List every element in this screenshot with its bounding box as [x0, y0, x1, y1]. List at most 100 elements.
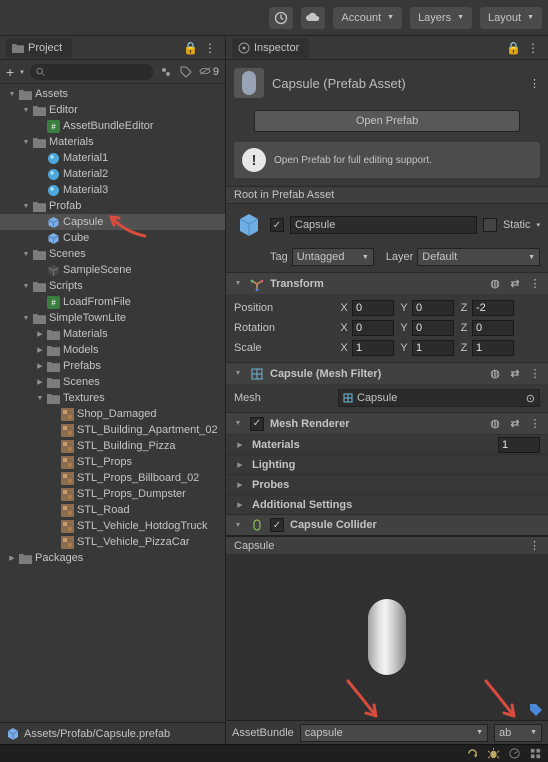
label-icon[interactable] [528, 702, 544, 718]
assetbundle-dropdown[interactable]: capsule▼ [300, 724, 488, 742]
expand-icon[interactable]: ▶ [34, 378, 46, 386]
activity-icon[interactable] [508, 747, 521, 760]
tree-item[interactable]: ▶Prefabs [0, 358, 225, 374]
tree-item[interactable]: STL_Props [0, 454, 225, 470]
position-y-field[interactable]: 0 [412, 300, 454, 316]
tree-item[interactable]: STL_Props_Billboard_02 [0, 470, 225, 486]
tree-item[interactable]: SampleScene [0, 262, 225, 278]
collapse-icon[interactable]: ▼ [6, 91, 18, 98]
object-picker-icon[interactable]: ⊙ [526, 392, 535, 405]
rotation-z-field[interactable]: 0 [472, 320, 514, 336]
bug-icon[interactable] [487, 747, 500, 760]
search-input[interactable] [30, 64, 153, 80]
expand-icon[interactable]: ▶ [34, 362, 46, 370]
tab-inspector[interactable]: Inspector [232, 38, 309, 58]
scale-x-field[interactable]: 1 [352, 340, 394, 356]
tree-item[interactable]: ▼Scenes [0, 246, 225, 262]
tree-item[interactable]: STL_Building_Apartment_02 [0, 422, 225, 438]
hidden-count[interactable]: 9 [199, 66, 219, 78]
additional-foldout[interactable]: ▶Additional Settings [226, 494, 548, 514]
mesh-field[interactable]: Capsule ⊙ [338, 389, 540, 407]
tag-dropdown[interactable]: Untagged▼ [292, 248, 374, 266]
tree-item[interactable]: ▼Materials [0, 134, 225, 150]
tree-item[interactable]: ▼Editor [0, 102, 225, 118]
static-dropdown[interactable]: ▾ [536, 221, 540, 229]
position-x-field[interactable]: 0 [352, 300, 394, 316]
meshrenderer-checkbox[interactable]: ✓ [250, 417, 264, 431]
meshfilter-header[interactable]: ▼ Capsule (Mesh Filter) ◍ ⇄ ⋮ [226, 362, 548, 384]
preset-icon[interactable]: ⇄ [508, 367, 522, 380]
gameobject-name-field[interactable]: Capsule [290, 216, 477, 234]
prefab-icon[interactable] [234, 210, 264, 240]
expand-icon[interactable]: ▶ [34, 346, 46, 354]
assetbundle-variant-dropdown[interactable]: ab▼ [494, 724, 542, 742]
account-dropdown[interactable]: Account▼ [333, 7, 402, 29]
tree-item[interactable]: ▼Scripts [0, 278, 225, 294]
collider-header[interactable]: ▼ ✓ Capsule Collider [226, 514, 548, 536]
tree-item[interactable]: STL_Vehicle_PizzaCar [0, 534, 225, 550]
collab-history-icon[interactable] [269, 7, 293, 29]
tree-item[interactable]: Capsule [0, 214, 225, 230]
tree-item[interactable]: STL_Props_Dumpster [0, 486, 225, 502]
materials-count[interactable]: 1 [498, 437, 540, 453]
materials-foldout[interactable]: ▶Materials1 [226, 434, 548, 454]
position-z-field[interactable]: -2 [472, 300, 514, 316]
rotation-y-field[interactable]: 0 [412, 320, 454, 336]
lighting-foldout[interactable]: ▶Lighting [226, 454, 548, 474]
expand-icon[interactable]: ▶ [34, 330, 46, 338]
static-checkbox[interactable] [483, 218, 497, 232]
tree-item[interactable]: Material1 [0, 150, 225, 166]
layout-dropdown[interactable]: Layout▼ [480, 7, 542, 29]
add-menu[interactable]: + [6, 64, 14, 80]
tree-item[interactable]: #AssetBundleEditor [0, 118, 225, 134]
tree-item[interactable]: Material2 [0, 166, 225, 182]
search-field[interactable] [45, 66, 147, 77]
tree-item[interactable]: Material3 [0, 182, 225, 198]
tree-item[interactable]: STL_Building_Pizza [0, 438, 225, 454]
scale-z-field[interactable]: 1 [472, 340, 514, 356]
layers-dropdown[interactable]: Layers▼ [410, 7, 472, 29]
grid-icon[interactable] [529, 747, 542, 760]
tree-item[interactable]: Cube [0, 230, 225, 246]
tree-item[interactable]: ▼Assets [0, 86, 225, 102]
expand-icon[interactable]: ▶ [6, 554, 18, 562]
help-icon[interactable]: ◍ [488, 277, 502, 290]
autorefresh-icon[interactable] [466, 747, 479, 760]
asset-preview[interactable] [226, 554, 548, 720]
collapse-icon[interactable]: ▼ [20, 139, 32, 146]
tree-item[interactable]: ▶Packages [0, 550, 225, 566]
probes-foldout[interactable]: ▶Probes [226, 474, 548, 494]
component-menu-icon[interactable]: ⋮ [528, 367, 542, 380]
collider-checkbox[interactable]: ✓ [270, 518, 284, 532]
filter-by-type-icon[interactable] [159, 66, 173, 78]
preset-icon[interactable]: ⇄ [508, 417, 522, 430]
lock-icon[interactable]: 🔒 [180, 41, 201, 55]
meshrenderer-header[interactable]: ▼ ✓ Mesh Renderer ◍ ⇄ ⋮ [226, 412, 548, 434]
panel-menu-icon[interactable]: ⋮ [524, 41, 542, 55]
tree-item[interactable]: ▶Scenes [0, 374, 225, 390]
tab-project[interactable]: Project [6, 38, 72, 58]
tree-item[interactable]: STL_Road [0, 502, 225, 518]
open-prefab-button[interactable]: Open Prefab [254, 110, 520, 132]
layer-dropdown[interactable]: Default▼ [417, 248, 540, 266]
help-icon[interactable]: ◍ [488, 417, 502, 430]
tree-item[interactable]: ▼Profab [0, 198, 225, 214]
collapse-icon[interactable]: ▼ [20, 107, 32, 114]
tree-item[interactable]: STL_Vehicle_HotdogTruck [0, 518, 225, 534]
asset-thumbnail[interactable] [234, 68, 264, 98]
project-tree[interactable]: ▼Assets▼Editor#AssetBundleEditor▼Materia… [0, 84, 225, 722]
tree-item[interactable]: #LoadFromFile [0, 294, 225, 310]
collapse-icon[interactable]: ▼ [20, 315, 32, 322]
preset-icon[interactable]: ⇄ [508, 277, 522, 290]
tree-item[interactable]: ▼SimpleTownLite [0, 310, 225, 326]
collapse-icon[interactable]: ▼ [20, 251, 32, 258]
rotation-x-field[interactable]: 0 [352, 320, 394, 336]
help-icon[interactable]: ◍ [488, 367, 502, 380]
asset-menu-icon[interactable]: ⋮ [529, 77, 540, 90]
cloud-icon[interactable] [301, 7, 325, 29]
component-menu-icon[interactable]: ⋮ [528, 277, 542, 290]
transform-header[interactable]: ▼ Transform ◍ ⇄ ⋮ [226, 272, 548, 294]
tree-item[interactable]: ▼Textures [0, 390, 225, 406]
panel-menu-icon[interactable]: ⋮ [201, 41, 219, 55]
tree-item[interactable]: ▶Models [0, 342, 225, 358]
